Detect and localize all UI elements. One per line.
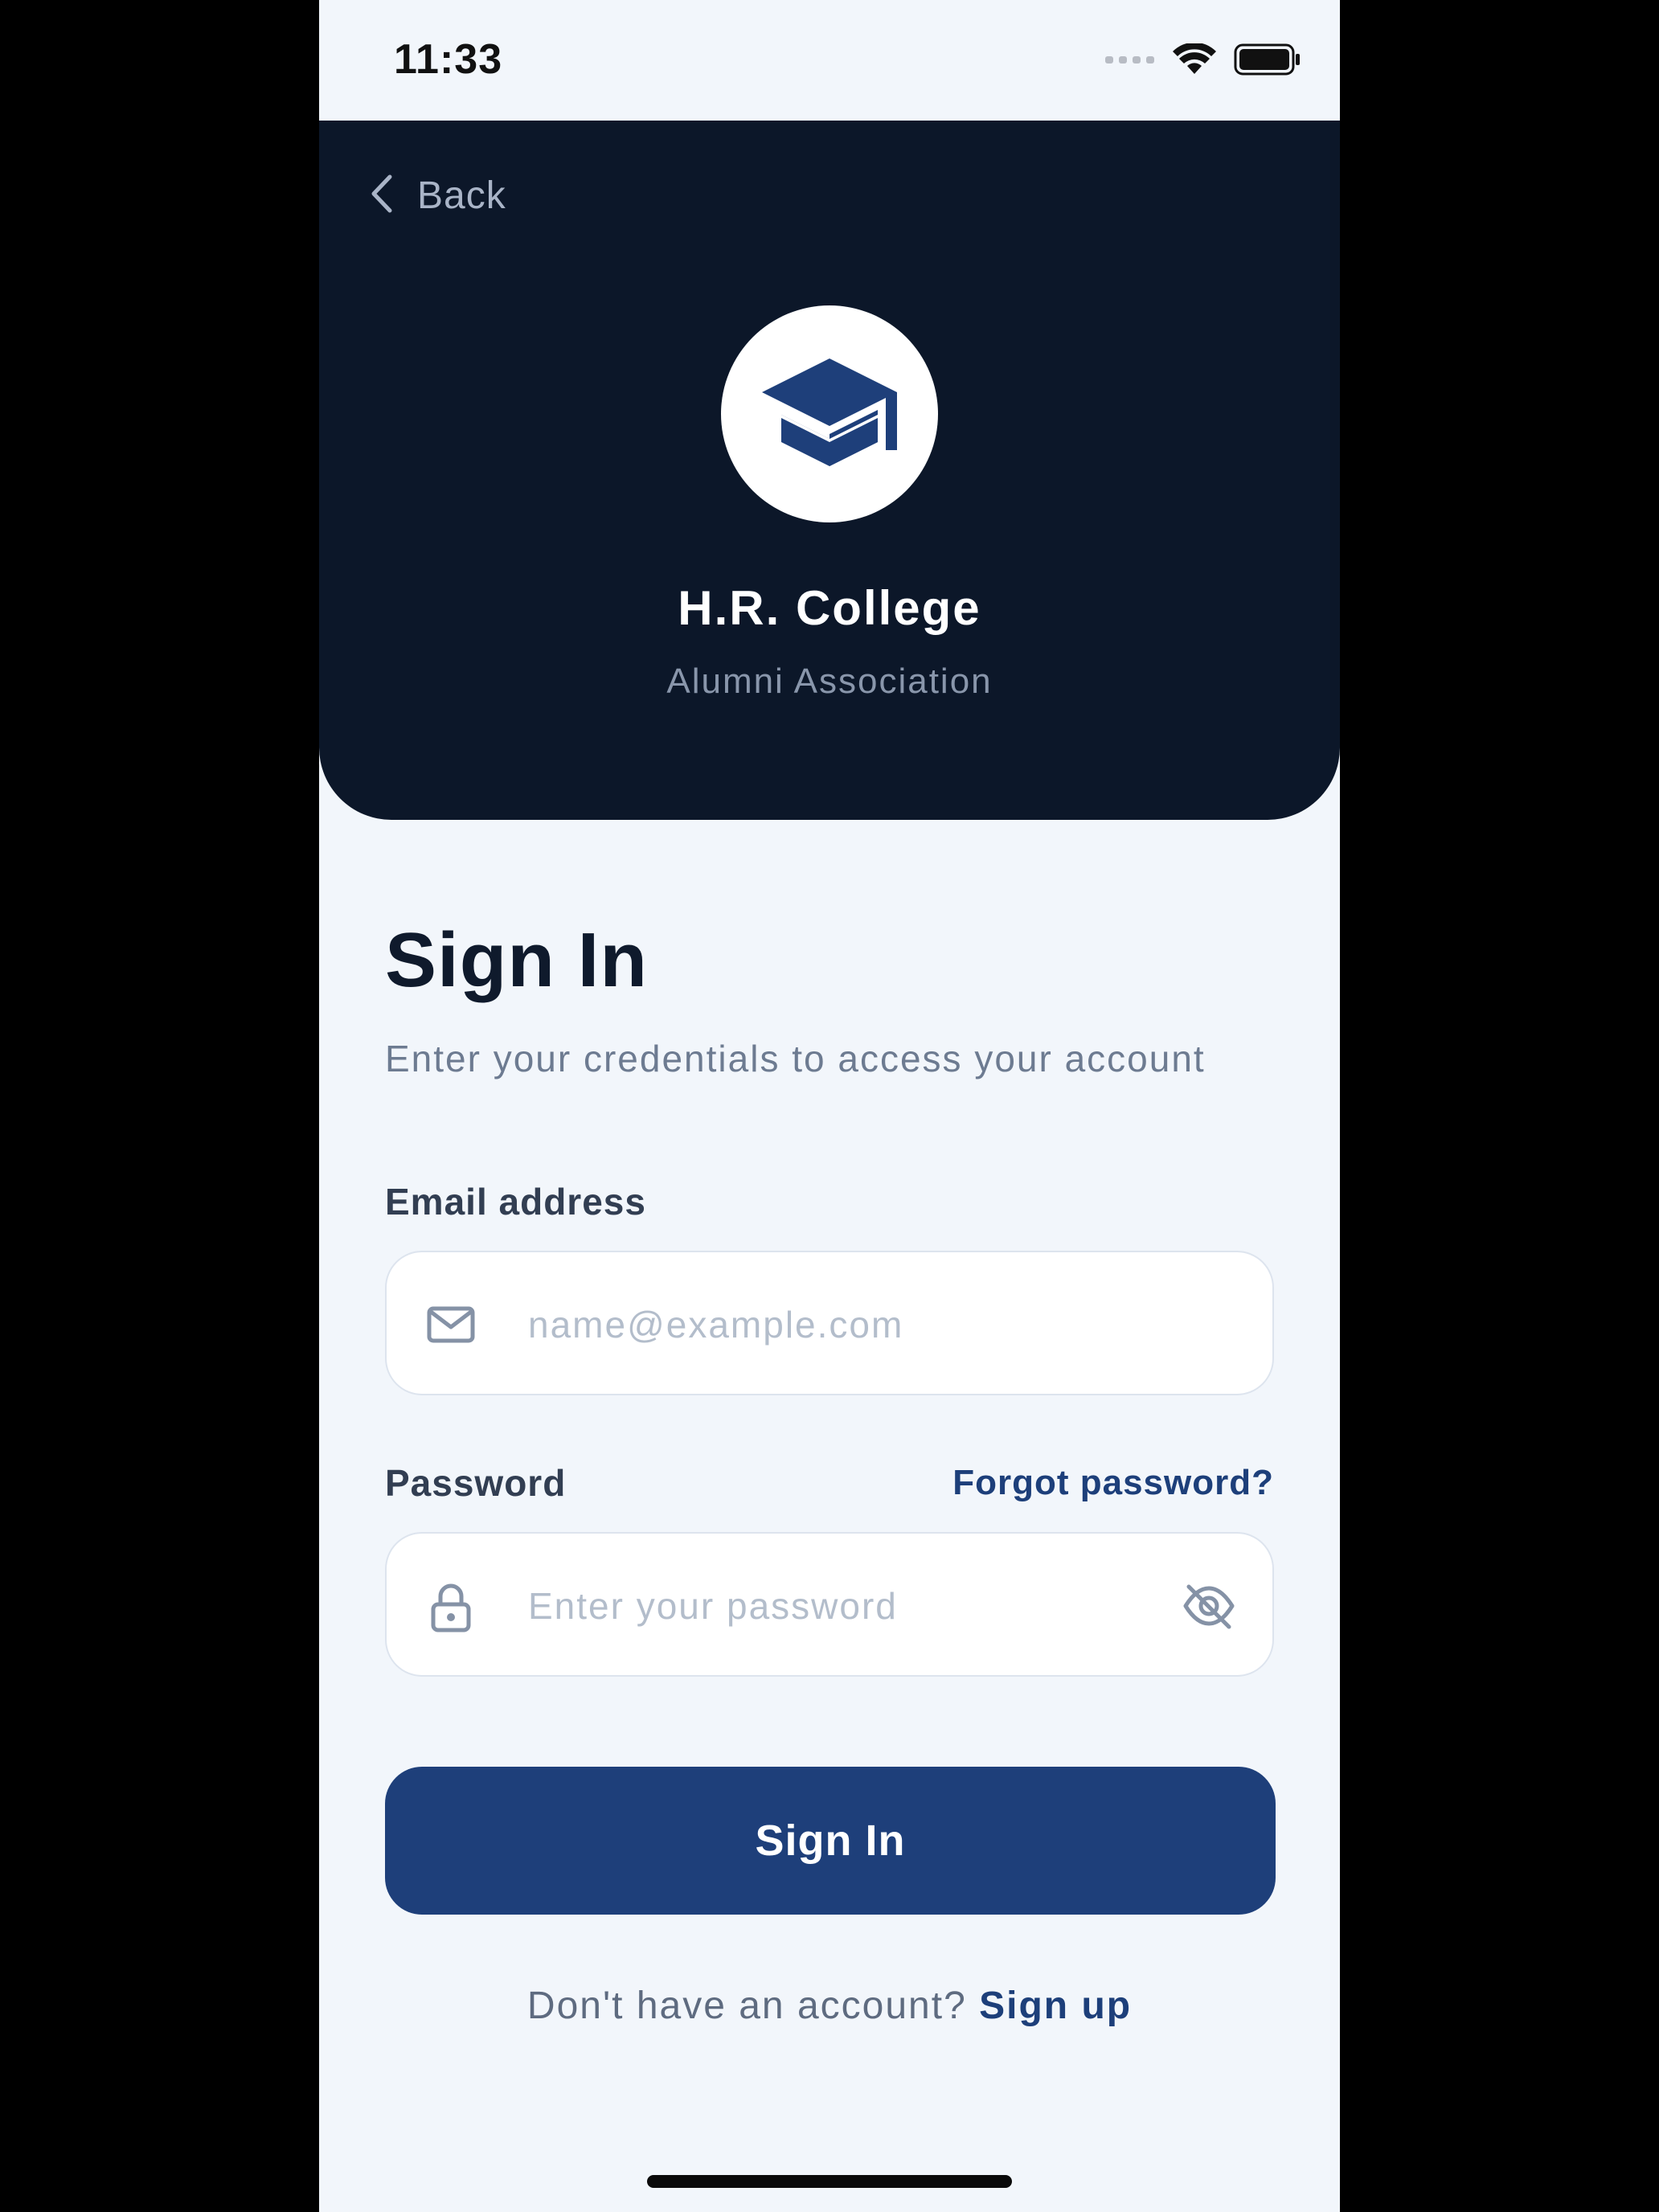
sign-in-button[interactable]: Sign In (385, 1767, 1276, 1915)
eye-off-icon[interactable] (1182, 1582, 1235, 1634)
forgot-password-link[interactable]: Forgot password? (952, 1463, 1274, 1503)
back-button[interactable]: Back (369, 174, 506, 218)
header-panel: Back H.R. College Alumni Association (319, 121, 1340, 820)
password-input[interactable] (528, 1566, 1155, 1646)
page-title: Sign In (385, 917, 648, 1003)
page-subtitle: Enter your credentials to access your ac… (385, 1038, 1206, 1079)
battery-icon (1234, 43, 1301, 80)
back-label: Back (417, 174, 506, 217)
status-bar: 11:33 (319, 0, 1340, 121)
cellular-signal-icon (1105, 54, 1155, 69)
college-name: H.R. College (678, 581, 981, 635)
home-indicator[interactable] (647, 2175, 1012, 2188)
signup-row: Don't have an account? Sign up (319, 1984, 1340, 2028)
status-time: 11:33 (394, 36, 503, 83)
wifi-icon (1173, 42, 1216, 80)
app-screen: 11:33 Back H.R. College Alumni Associati… (319, 0, 1340, 2212)
password-field[interactable] (385, 1532, 1274, 1677)
password-label: Password (385, 1462, 567, 1504)
college-subtitle: Alumni Association (666, 662, 993, 701)
college-logo (721, 305, 938, 522)
email-input[interactable] (528, 1284, 1155, 1365)
chevron-left-icon (369, 174, 395, 218)
sign-up-link[interactable]: Sign up (979, 1985, 1132, 2027)
mail-icon (427, 1301, 475, 1353)
signup-prompt: Don't have an account? (526, 1985, 980, 2027)
email-field[interactable] (385, 1251, 1274, 1395)
graduation-cap-icon (757, 352, 902, 477)
status-icons (1105, 42, 1301, 80)
lock-icon (427, 1582, 475, 1637)
email-label: Email address (385, 1181, 646, 1223)
